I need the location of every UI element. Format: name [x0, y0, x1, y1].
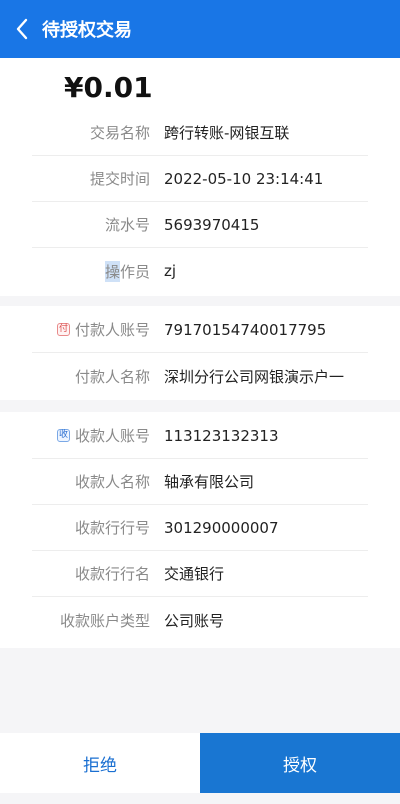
row-payee-account-type: 收款账户类型 公司账号 — [32, 597, 368, 643]
serial-number-label: 流水号 — [104, 216, 150, 234]
payee-name-label: 收款人名称 — [74, 473, 150, 491]
payer-name-label: 付款人名称 — [74, 367, 150, 386]
payee-bank-name-label: 收款行行名 — [74, 565, 150, 583]
payer-account-label: 付付款人账号 — [32, 319, 150, 340]
serial-number-value: 5693970415 — [164, 215, 260, 234]
payee-account-type-label: 收款账户类型 — [59, 611, 150, 630]
chevron-left-icon — [16, 18, 28, 40]
payee-bank-name-value: 交通银行 — [164, 565, 225, 583]
operator-label-highlight: 操 — [104, 260, 120, 282]
row-operator: 操作员 zj — [32, 248, 368, 294]
operator-label: 操作员 — [32, 260, 150, 282]
transaction-card: ¥0.01 交易名称 跨行转账-网银互联 提交时间 2022-05-10 23:… — [0, 58, 400, 296]
row-transaction-type: 交易名称 跨行转账-网银互联 — [32, 110, 368, 156]
row-payer-account: 付付款人账号 79170154740017795 — [32, 307, 368, 353]
row-serial-number: 流水号 5693970415 — [32, 202, 368, 248]
amount: ¥0.01 — [64, 71, 153, 104]
payer-tag-icon: 付 — [56, 323, 70, 336]
payee-account-type-value: 公司账号 — [164, 611, 225, 630]
payer-account-value: 79170154740017795 — [164, 320, 327, 339]
payee-name-value: 轴承有限公司 — [164, 473, 255, 491]
reject-button[interactable]: 拒绝 — [0, 733, 200, 793]
payer-name-value: 深圳分行公司网银演示户一 — [164, 367, 345, 386]
payee-bank-number-label: 收款行行号 — [74, 519, 150, 537]
payee-tag-icon: 收 — [56, 429, 70, 442]
payee-card: 收收款人账号 113123132313 收款人名称 轴承有限公司 收款行行号 3… — [0, 412, 400, 648]
submit-time-label: 提交时间 — [89, 170, 150, 188]
payer-account-label-text: 付款人账号 — [74, 321, 150, 339]
payee-bank-number-value: 301290000007 — [164, 518, 279, 537]
row-submit-time: 提交时间 2022-05-10 23:14:41 — [32, 156, 368, 202]
payer-card: 付付款人账号 79170154740017795 付款人名称 深圳分行公司网银演… — [0, 306, 400, 400]
row-payer-name: 付款人名称 深圳分行公司网银演示户一 — [32, 353, 368, 399]
back-button[interactable] — [4, 0, 40, 58]
operator-label-rest: 作员 — [119, 262, 150, 281]
submit-time-value: 2022-05-10 23:14:41 — [164, 169, 324, 188]
row-payee-name: 收款人名称 轴承有限公司 — [32, 459, 368, 505]
payee-account-label: 收收款人账号 — [32, 425, 150, 446]
authorize-button[interactable]: 授权 — [200, 733, 400, 793]
page-title: 待授权交易 — [42, 20, 132, 41]
transaction-type-label: 交易名称 — [89, 124, 150, 142]
row-payee-bank-number: 收款行行号 301290000007 — [32, 505, 368, 551]
header-bar: 待授权交易 — [0, 0, 400, 58]
operator-value: zj — [164, 262, 177, 280]
payee-account-value: 113123132313 — [164, 426, 279, 445]
row-payee-account: 收收款人账号 113123132313 — [32, 413, 368, 459]
payee-account-label-text: 收款人账号 — [74, 427, 150, 445]
row-payee-bank-name: 收款行行名 交通银行 — [32, 551, 368, 597]
transaction-type-value: 跨行转账-网银互联 — [164, 124, 290, 142]
action-bar: 拒绝 授权 — [0, 733, 400, 793]
